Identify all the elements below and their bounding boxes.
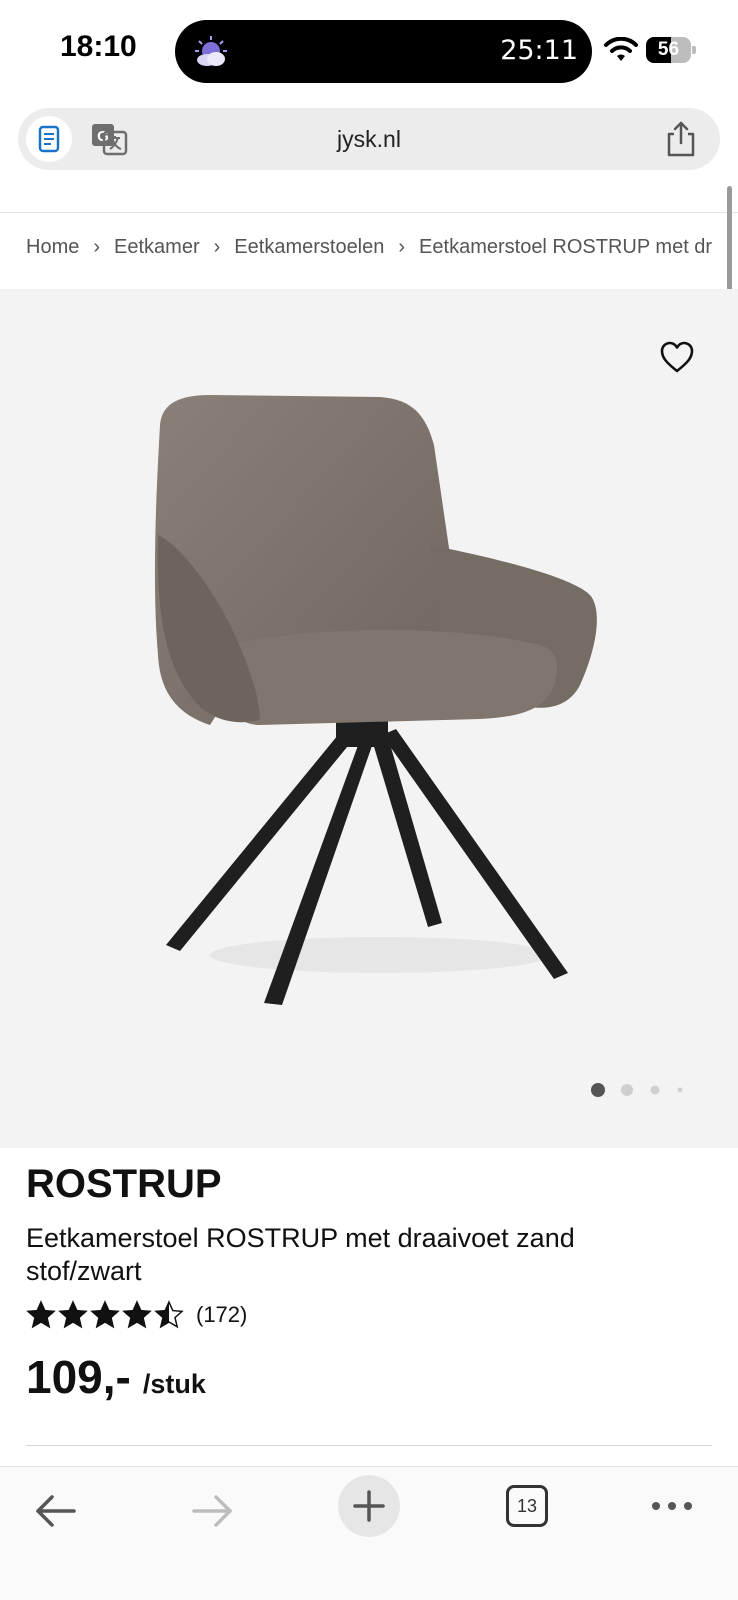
more-icon[interactable] [650, 1491, 694, 1521]
pagination-dot [650, 1085, 660, 1095]
dynamic-island[interactable]: 25:11 [175, 20, 592, 83]
product-image [154, 395, 597, 1005]
heart-icon[interactable] [659, 340, 695, 374]
product-rating[interactable]: (172) [26, 1298, 247, 1332]
price-unit: /stuk [142, 1369, 206, 1399]
star-full-icon [26, 1300, 56, 1329]
browser-toolbar: 13 [0, 1466, 738, 1600]
share-icon[interactable] [664, 120, 698, 158]
divider [26, 1445, 712, 1446]
status-time: 18:10 [60, 30, 137, 63]
address-bar[interactable]: jysk.nl G [18, 108, 720, 170]
breadcrumb-eetkamerstoelen[interactable]: Eetkamerstoelen [234, 236, 384, 259]
plus-icon [353, 1490, 385, 1522]
wifi-icon [604, 37, 638, 61]
back-arrow-icon[interactable] [34, 1489, 78, 1533]
pagination-dot [621, 1084, 633, 1096]
scrollbar[interactable] [727, 186, 732, 306]
new-tab-button[interactable] [338, 1475, 400, 1537]
star-full-icon [58, 1300, 88, 1329]
status-bar: 18:10 25:11 56 [0, 0, 738, 100]
reader-icon [38, 125, 60, 153]
star-half-icon [154, 1300, 184, 1329]
star-full-icon [90, 1300, 120, 1329]
review-count[interactable]: (172) [196, 1302, 247, 1328]
translate-icon[interactable]: G [90, 120, 128, 158]
product-price: 109,- /stuk [26, 1350, 206, 1404]
star-full-icon [122, 1300, 152, 1329]
product-description: Eetkamerstoel ROSTRUP met draaivoet zand… [26, 1223, 575, 1286]
breadcrumb: Home › Eetkamer › Eetkamerstoelen › Eetkamerst… [26, 236, 712, 266]
weather-night-icon [195, 36, 227, 66]
island-timer: 25:11 [500, 35, 578, 66]
reader-button[interactable] [26, 116, 72, 162]
forward-arrow-icon[interactable] [190, 1489, 234, 1533]
pagination-dot-active [591, 1083, 605, 1097]
price-value: 109,- [26, 1351, 131, 1403]
breadcrumb-eetkamer[interactable]: Eetkamer [114, 236, 200, 259]
image-pagination[interactable] [590, 1082, 690, 1098]
breadcrumb-separator: › [213, 236, 221, 258]
battery-level: 56 [657, 39, 680, 60]
breadcrumb-separator: › [93, 236, 101, 258]
breadcrumb-home[interactable]: Home [26, 236, 79, 259]
breadcrumb-current: Eetkamerstoel ROSTRUP met draaivoet zand… [419, 236, 712, 258]
battery-indicator: 56 [646, 37, 696, 63]
rating-stars [26, 1300, 186, 1330]
tabs-button[interactable]: 13 [506, 1485, 548, 1527]
product-name: ROSTRUP [26, 1162, 222, 1206]
pagination-dot [677, 1087, 683, 1093]
site-header-clipped [0, 185, 738, 213]
breadcrumb-separator: › [398, 236, 406, 258]
